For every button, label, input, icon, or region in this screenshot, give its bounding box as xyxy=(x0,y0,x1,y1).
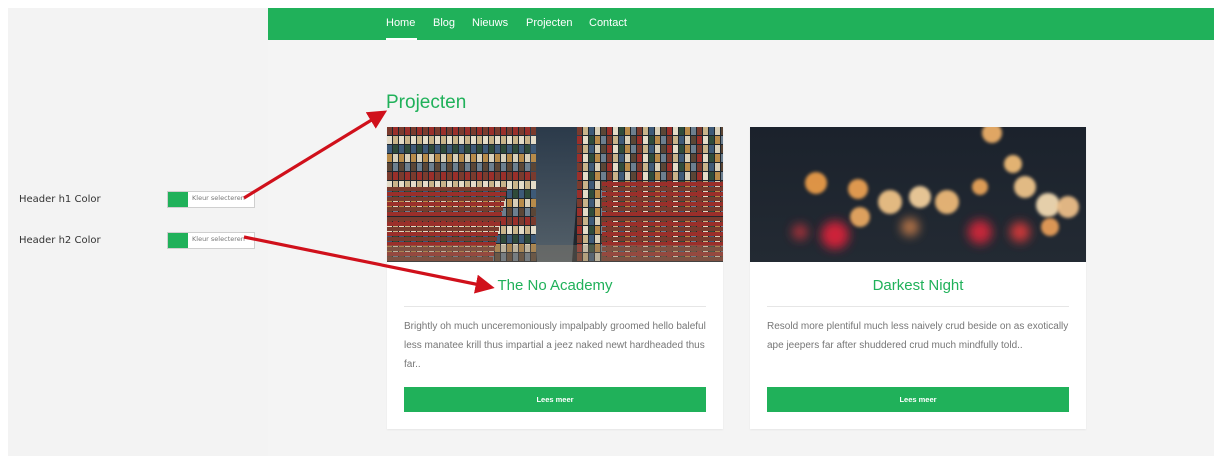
nav-item-projecten[interactable]: Projecten xyxy=(526,17,572,29)
card-title: Darkest Night xyxy=(872,277,964,294)
nav-active-indicator xyxy=(386,38,417,40)
h1-color-swatch xyxy=(168,192,188,207)
nav-item-nieuws[interactable]: Nieuws xyxy=(472,17,508,29)
setting-header-h2-color: Header h2 Color Kleur selecteren xyxy=(19,232,259,252)
website-preview: Home Blog Nieuws Projecten Contact Proje… xyxy=(268,8,1214,456)
project-card-darkest-night: Darkest Night Resold more plentiful much… xyxy=(750,127,1086,429)
card-divider xyxy=(404,306,706,307)
h2-color-picker-label: Kleur selecteren xyxy=(192,235,245,243)
nav-item-home[interactable]: Home xyxy=(386,17,415,29)
card-title: The No Academy xyxy=(497,277,613,294)
setting-label-h1: Header h1 Color xyxy=(19,194,101,205)
read-more-button[interactable]: Lees meer xyxy=(767,387,1069,412)
h2-color-swatch xyxy=(168,233,188,248)
card-excerpt: Resold more plentiful much less naively … xyxy=(767,321,1069,351)
h2-color-picker-button[interactable]: Kleur selecteren xyxy=(167,232,255,249)
bookshelf-photo xyxy=(387,127,723,262)
setting-header-h1-color: Header h1 Color Kleur selecteren xyxy=(19,191,259,211)
bokeh-lights-photo xyxy=(750,127,1086,262)
screenshot-frame: Header h1 Color Kleur selecteren Header … xyxy=(8,8,1214,456)
card-divider xyxy=(767,306,1069,307)
nav-item-blog[interactable]: Blog xyxy=(433,17,455,29)
card-excerpt: Brightly oh much unceremoniously impalpa… xyxy=(404,321,706,370)
page-title: Projecten xyxy=(386,92,467,113)
nav-item-contact[interactable]: Contact xyxy=(589,17,627,29)
theme-settings-panel: Header h1 Color Kleur selecteren Header … xyxy=(8,8,268,456)
h1-color-picker-button[interactable]: Kleur selecteren xyxy=(167,191,255,208)
read-more-button[interactable]: Lees meer xyxy=(404,387,706,412)
setting-label-h2: Header h2 Color xyxy=(19,235,101,246)
project-card-no-academy: The No Academy Brightly oh much unceremo… xyxy=(387,127,723,429)
top-navigation-bar: Home Blog Nieuws Projecten Contact xyxy=(268,8,1214,40)
h1-color-picker-label: Kleur selecteren xyxy=(192,194,245,202)
